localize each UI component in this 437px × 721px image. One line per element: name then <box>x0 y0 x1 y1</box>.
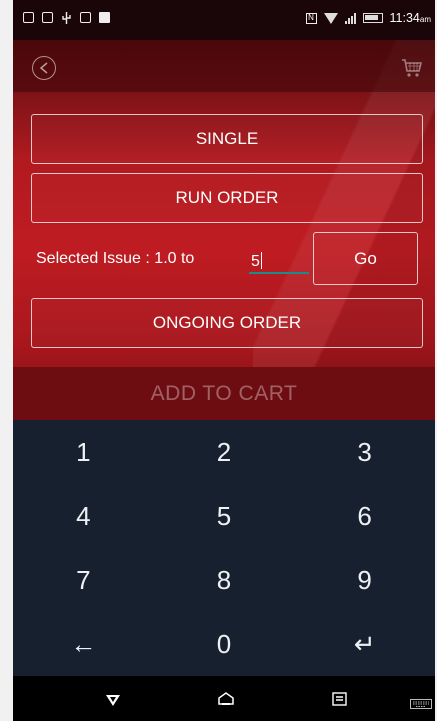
backspace-key[interactable]: ← <box>13 612 154 676</box>
nav-recent-apps-icon[interactable] <box>332 692 347 711</box>
system-nav-bar <box>13 676 435 721</box>
notification-icons <box>23 12 110 24</box>
issue-end-input[interactable]: 5 <box>249 250 309 274</box>
time-value: 11:34 <box>389 11 420 25</box>
go-button[interactable]: Go <box>313 232 418 285</box>
key-0[interactable]: 0 <box>154 612 295 676</box>
selected-issue-label: Selected Issue : 1.0 to <box>36 250 195 267</box>
nav-back-icon[interactable] <box>106 693 120 711</box>
key-8[interactable]: 8 <box>154 548 295 612</box>
system-icons: N 11:34am <box>305 11 431 25</box>
key-3[interactable]: 3 <box>294 420 435 484</box>
single-button[interactable]: SINGLE <box>31 114 423 164</box>
run-order-button[interactable]: RUN ORDER <box>31 173 423 223</box>
status-bar: N 11:34am <box>13 0 435 40</box>
key-1[interactable]: 1 <box>13 420 154 484</box>
image-icon <box>42 12 53 23</box>
text-caret <box>260 252 262 269</box>
media-icon <box>80 12 91 23</box>
add-to-cart-button[interactable]: ADD TO CART <box>13 367 435 420</box>
battery-icon <box>362 13 383 23</box>
keyboard-icon[interactable] <box>410 696 432 714</box>
key-7[interactable]: 7 <box>13 548 154 612</box>
usb-icon <box>61 12 72 24</box>
issue-end-value: 5 <box>251 253 260 270</box>
key-4[interactable]: 4 <box>13 484 154 548</box>
nfc-icon: N <box>305 12 317 24</box>
top-toolbar <box>13 40 435 92</box>
phone-screen: N 11:34am SINGLE RUN ORDER Selected Issu… <box>13 0 435 721</box>
time-suffix: am <box>419 15 431 24</box>
cart-icon[interactable] <box>401 58 423 83</box>
key-5[interactable]: 5 <box>154 484 295 548</box>
status-time: 11:34am <box>390 11 431 25</box>
briefcase-icon <box>99 12 110 23</box>
key-2[interactable]: 2 <box>154 420 295 484</box>
window-icon <box>23 12 34 23</box>
enter-key[interactable]: ↵ <box>294 612 435 676</box>
numeric-keypad: 1 2 3 4 5 6 7 8 9 ← 0 ↵ <box>13 420 435 676</box>
back-circle-icon[interactable] <box>32 56 56 80</box>
wifi-icon <box>323 12 338 24</box>
key-9[interactable]: 9 <box>294 548 435 612</box>
key-6[interactable]: 6 <box>294 484 435 548</box>
signal-icon <box>344 12 356 24</box>
nav-home-icon[interactable] <box>218 692 234 711</box>
app-content: SINGLE RUN ORDER Selected Issue : 1.0 to… <box>13 40 435 420</box>
ongoing-order-button[interactable]: ONGOING ORDER <box>31 298 423 348</box>
